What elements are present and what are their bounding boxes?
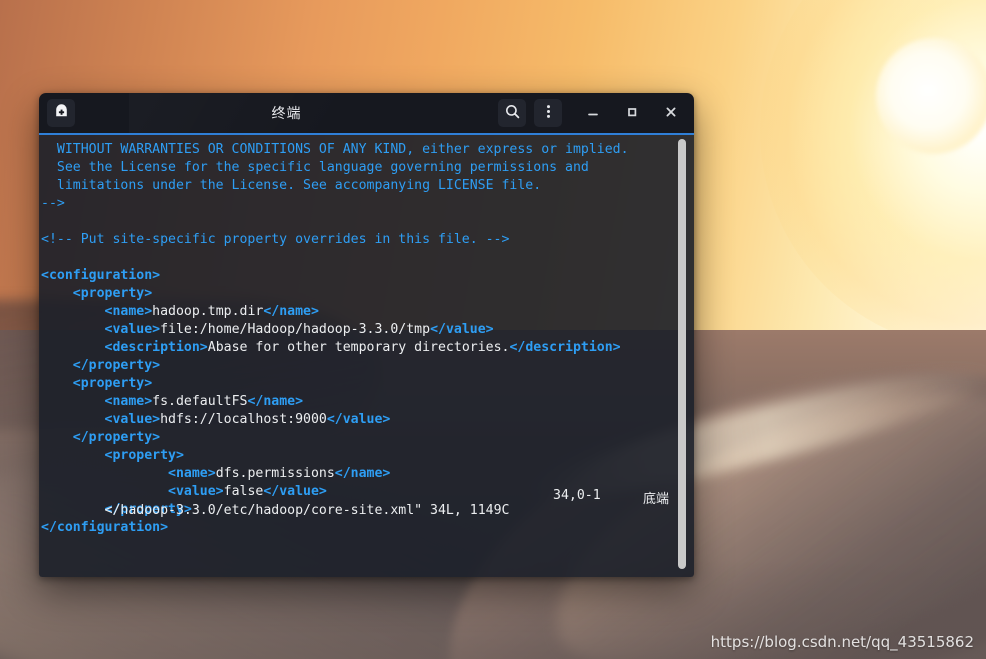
terminal-token-text: dfs.permissions — [215, 466, 335, 481]
search-icon — [504, 103, 521, 124]
terminal-scrollbar-track[interactable] — [678, 135, 690, 577]
terminal-token-tag: <property> — [72, 286, 153, 301]
terminal-text-buffer: WITHOUT WARRANTIES OR CONDITIONS OF ANY … — [39, 135, 694, 537]
wallpaper-sun — [876, 38, 986, 154]
titlebar-actions — [498, 99, 688, 127]
terminal-body[interactable]: WITHOUT WARRANTIES OR CONDITIONS OF ANY … — [39, 135, 694, 577]
terminal-token-tag: <property> — [72, 376, 153, 391]
terminal-token-text: hdfs://localhost:9000 — [160, 412, 327, 427]
watermark: https://blog.csdn.net/qq_43515862 — [710, 633, 974, 651]
terminal-line: </property> — [39, 357, 694, 375]
terminal-line: <property> — [39, 375, 694, 393]
terminal-token-tag: <description> — [104, 340, 208, 355]
kebab-menu-icon — [540, 103, 557, 124]
minimize-icon — [586, 104, 600, 123]
terminal-token-tag: <value> — [104, 412, 161, 427]
vim-status-line: </hadoop-3.3.0/etc/hadoop/core-site.xml"… — [39, 488, 694, 563]
terminal-token-text: Abase for other temporary directories. — [207, 340, 510, 355]
terminal-line: <configuration> — [39, 267, 694, 285]
window-titlebar[interactable]: 终端 — [39, 93, 694, 135]
terminal-token-tag: <configuration> — [41, 268, 161, 283]
terminal-line: <value>hdfs://localhost:9000</value> — [39, 411, 694, 429]
terminal-token-tag: </description> — [509, 340, 621, 355]
terminal-line: <!-- Put site-specific property override… — [39, 231, 694, 249]
maximize-icon — [625, 104, 639, 123]
terminal-token-text — [41, 466, 168, 481]
vim-status-file: </hadoop-3.3.0/etc/hadoop/core-site.xml"… — [104, 503, 510, 518]
terminal-token-text: file:/home/Hadoop/hadoop-3.3.0/tmp — [160, 322, 431, 337]
terminal-token-tag: </name> — [334, 466, 391, 481]
terminal-token-tag: <value> — [104, 322, 161, 337]
terminal-token-comment: limitations under the License. See accom… — [41, 178, 542, 193]
terminal-token-comment: WITHOUT WARRANTIES OR CONDITIONS OF ANY … — [41, 142, 629, 157]
close-icon — [664, 104, 678, 123]
terminal-token-tag: </name> — [263, 304, 319, 319]
terminal-token-text — [41, 430, 73, 445]
terminal-new-tab-button[interactable] — [47, 99, 75, 127]
menu-button[interactable] — [534, 99, 562, 127]
terminal-token-tag: <property> — [104, 448, 184, 463]
terminal-token-tag: <name> — [104, 394, 153, 409]
terminal-new-tab-icon — [53, 103, 70, 124]
terminal-token-text — [41, 340, 105, 355]
terminal-token-text: hadoop.tmp.dir — [152, 304, 264, 319]
terminal-line: <property> — [39, 285, 694, 303]
vim-cursor-position: 34,0-1 — [553, 488, 601, 503]
terminal-token-comment: See the License for the specific languag… — [41, 160, 589, 175]
terminal-token-text — [41, 412, 105, 427]
maximize-button[interactable] — [619, 99, 645, 127]
terminal-token-tag: <name> — [104, 304, 153, 319]
terminal-line: <name>fs.defaultFS</name> — [39, 393, 694, 411]
terminal-token-text — [41, 448, 105, 463]
terminal-token-tag: </property> — [72, 430, 161, 445]
search-button[interactable] — [498, 99, 526, 127]
terminal-token-text — [41, 304, 105, 319]
terminal-window[interactable]: 终端 WITHOUT WARRANTIES OR CONDITIONS OF A… — [39, 93, 694, 577]
terminal-token-comment: --> — [41, 196, 65, 211]
vim-scroll-flag: 底端 — [643, 492, 670, 507]
terminal-token-text: fs.defaultFS — [152, 394, 248, 409]
window-controls — [580, 99, 684, 127]
terminal-token-text — [41, 358, 73, 373]
terminal-token-tag: </property> — [72, 358, 161, 373]
terminal-scrollbar-thumb[interactable] — [678, 139, 686, 569]
terminal-token-text — [41, 322, 105, 337]
terminal-token-comment: <!-- Put site-specific property override… — [41, 232, 510, 247]
terminal-token-tag: <name> — [168, 466, 216, 481]
terminal-token-tag: </value> — [430, 322, 494, 337]
terminal-line: See the License for the specific languag… — [39, 159, 694, 177]
terminal-line: <value>file:/home/Hadoop/hadoop-3.3.0/tm… — [39, 321, 694, 339]
terminal-token-text — [41, 286, 73, 301]
terminal-line: </property> — [39, 429, 694, 447]
close-button[interactable] — [658, 99, 684, 127]
terminal-token-tag: </name> — [247, 394, 304, 409]
terminal-line: --> — [39, 195, 694, 213]
terminal-line: <name>dfs.permissions</name> — [39, 465, 694, 483]
terminal-line: limitations under the License. See accom… — [39, 177, 694, 195]
terminal-line: WITHOUT WARRANTIES OR CONDITIONS OF ANY … — [39, 141, 694, 159]
terminal-line: <property> — [39, 447, 694, 465]
minimize-button[interactable] — [580, 99, 606, 127]
terminal-token-tag: </value> — [326, 412, 391, 427]
terminal-token-text — [41, 376, 73, 391]
desktop: 终端 WITHOUT WARRANTIES OR CONDITIONS OF A… — [0, 0, 986, 659]
terminal-token-text — [41, 394, 105, 409]
terminal-line: <name>hadoop.tmp.dir</name> — [39, 303, 694, 321]
window-title: 终端 — [271, 106, 302, 122]
terminal-line: <description>Abase for other temporary d… — [39, 339, 694, 357]
